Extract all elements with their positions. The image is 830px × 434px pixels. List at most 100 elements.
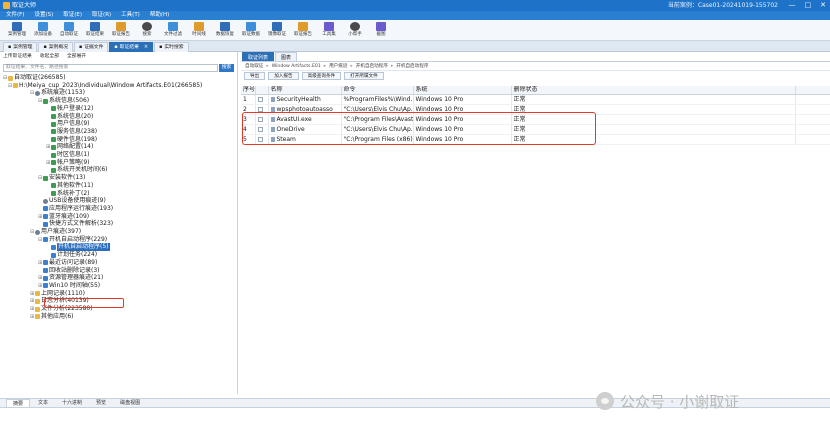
column-header-index[interactable]: 序号 [241, 86, 256, 95]
tree-node-icon [35, 291, 40, 297]
doc-tab-2[interactable]: ▪ 证据文件 [73, 42, 109, 52]
close-button[interactable]: ✕ [820, 1, 826, 10]
doc-tab-0[interactable]: ▪ 案例管理 [3, 42, 38, 52]
column-header-checkbox[interactable] [255, 86, 269, 95]
menu-tools[interactable]: 工具(T) [121, 11, 140, 20]
toolbar-button-10[interactable]: 镜像取证 [264, 20, 290, 41]
menu-results[interactable]: 取证(R) [92, 11, 111, 20]
tab-icon: ▪ [159, 45, 163, 50]
toolbar-button-0[interactable]: 案例管理 [4, 20, 30, 41]
open-source-file-button[interactable]: 打开所属文件 [344, 72, 384, 80]
doc-tab-1[interactable]: ▪ 案例概况 [38, 42, 73, 52]
detail-tab-0[interactable]: 摘要 [6, 399, 31, 407]
tab-chart[interactable]: 图表 [275, 52, 298, 61]
toolbar-button-3[interactable]: 取证结果 [82, 20, 108, 41]
toolbar-button-8[interactable]: 数据恢复 [212, 20, 238, 41]
toolbar-button-label: 案例管理 [8, 32, 26, 37]
toolbar-button-6[interactable]: 文件过滤 [160, 20, 186, 41]
cell-filler [795, 94, 830, 105]
results-tree-pane: 上传取证结果 收起全部 全部展开 取证结果、文件名、路径搜索 搜索 ⊟ 自动取证(… [0, 52, 238, 394]
detail-tab-3[interactable]: 预览 [90, 399, 112, 407]
menu-settings[interactable]: 设置(S) [34, 11, 53, 20]
toolbar-button-2[interactable]: 自动取证 [56, 20, 82, 41]
add-to-report-button[interactable]: 加入报告 [268, 72, 299, 80]
tree-node-icon [43, 206, 48, 212]
cell-filler [795, 134, 830, 145]
breadcrumb-separator-icon: ▸ [390, 64, 394, 69]
screenshot-icon [376, 22, 386, 31]
breadcrumb-item[interactable]: 开机自启动程序 [356, 62, 388, 70]
breadcrumb-item[interactable]: 开机自启动程序 [396, 62, 428, 70]
doc-tab-4[interactable]: ▪ 实时搜索 [154, 42, 189, 52]
tree-node-icon [43, 237, 48, 243]
table-row[interactable]: 1 SecurityHealth %ProgramFiles%\Wind... Win… [241, 94, 830, 105]
tree-node[interactable]: ⊞ 其他应用(6) [30, 313, 74, 321]
tree-search-button[interactable]: 搜索 [219, 64, 234, 72]
data-recovery-icon [220, 22, 230, 31]
case-manage-icon [12, 22, 22, 31]
toolbar-button-9[interactable]: 取证数据 [238, 20, 264, 41]
detail-tab-2[interactable]: 十六进制 [56, 399, 88, 407]
tab-results-list[interactable]: 取证列表 [242, 52, 275, 61]
tab-icon: ▪ [114, 45, 118, 50]
toolbar-button-14[interactable]: 截图 [368, 20, 394, 41]
expand-all-button[interactable]: 全部展开 [67, 52, 86, 62]
cell-name-text: SecurityHealth [276, 96, 321, 103]
cell-checkbox [255, 94, 269, 105]
tree-node-icon [13, 83, 18, 89]
column-header-system[interactable]: 系统 [413, 86, 512, 95]
detail-tab-4[interactable]: 磁盘视图 [114, 399, 146, 407]
auto-forensics-icon [64, 22, 74, 31]
cell-name: SecurityHealth [268, 94, 342, 105]
toolbar-button-11[interactable]: 取证报告 [290, 20, 316, 41]
tree-node-icon [35, 90, 40, 96]
cell-delete-status: 正常 [511, 94, 796, 105]
advanced-query-button[interactable]: 高级查询条件 [301, 72, 342, 80]
toolbar-button-13[interactable]: 小帮手 [342, 20, 368, 41]
toolbar-button-7[interactable]: 时间线 [186, 20, 212, 41]
toolbar-button-5[interactable]: 搜索 [134, 20, 160, 41]
tree-node-label: 其他应用(6) [41, 312, 74, 320]
helper-icon [350, 22, 360, 31]
breadcrumb-item[interactable]: 自动取证 [245, 62, 263, 70]
column-header-name[interactable]: 名称 [268, 86, 342, 95]
toolbar-button-label: 取证结果 [86, 32, 104, 37]
doc-tab-label: 案例管理 [13, 45, 33, 50]
detail-tab-1[interactable]: 文本 [32, 399, 54, 407]
breadcrumb-item[interactable]: Window Artifacts.E01 [272, 62, 321, 70]
highlight-box-rows [242, 112, 596, 145]
minimize-button[interactable]: — [789, 1, 796, 10]
toolbar-button-12[interactable]: 工具集 [316, 20, 342, 41]
maximize-button[interactable]: □ [805, 1, 812, 10]
tree-node-icon [51, 106, 56, 112]
tree-node-icon [43, 175, 48, 181]
breadcrumb-separator-icon: ▸ [350, 64, 353, 69]
cell-filler [795, 124, 830, 135]
tree-node-icon [43, 283, 48, 289]
menu-forensics[interactable]: 取证(E) [63, 11, 82, 20]
tree-node-icon [43, 198, 48, 204]
cell-command: %ProgramFiles%\Wind... [341, 94, 414, 105]
upload-results-button[interactable]: 上传取证结果 [3, 52, 32, 62]
menu-file[interactable]: 文件(F) [6, 11, 24, 20]
breadcrumb-item[interactable]: 用户痕迹 [329, 62, 347, 70]
toolbar-button-1[interactable]: 添加设备 [30, 20, 56, 41]
main-toolbar: 案例管理 添加设备 自动取证 取证结果 取证报告 搜索 文件过滤 时间线 数据恢复 取证数据 镜像取… [0, 20, 830, 41]
tree-toolbar: 上传取证结果 收起全部 全部展开 [0, 52, 237, 62]
row-checkbox[interactable] [257, 97, 263, 102]
doc-tab-3[interactable]: ▪ 取证结果 × [109, 42, 154, 52]
tree-node-icon [43, 221, 48, 227]
tree-search-input[interactable]: 取证结果、文件名、路径搜索 [3, 64, 218, 72]
column-header-command[interactable]: 命令 [341, 86, 414, 95]
column-header-delete-status[interactable]: 删除状态 [511, 86, 796, 95]
export-button[interactable]: 导出 [244, 72, 266, 80]
cell-filler [795, 114, 830, 125]
toolbar-button-label: 时间线 [192, 32, 206, 37]
menu-help[interactable]: 帮助(H) [150, 11, 169, 20]
title-bar: 取证大师 当前案例：Case01-20241019-155702 — □ ✕ [0, 0, 830, 11]
toolbar-button-label: 工具集 [322, 32, 336, 37]
toolbar-button-label: 数据恢复 [216, 32, 234, 37]
collapse-all-button[interactable]: 收起全部 [40, 52, 59, 62]
close-tab-icon[interactable]: × [144, 43, 148, 52]
toolbar-button-4[interactable]: 取证报告 [108, 20, 134, 41]
